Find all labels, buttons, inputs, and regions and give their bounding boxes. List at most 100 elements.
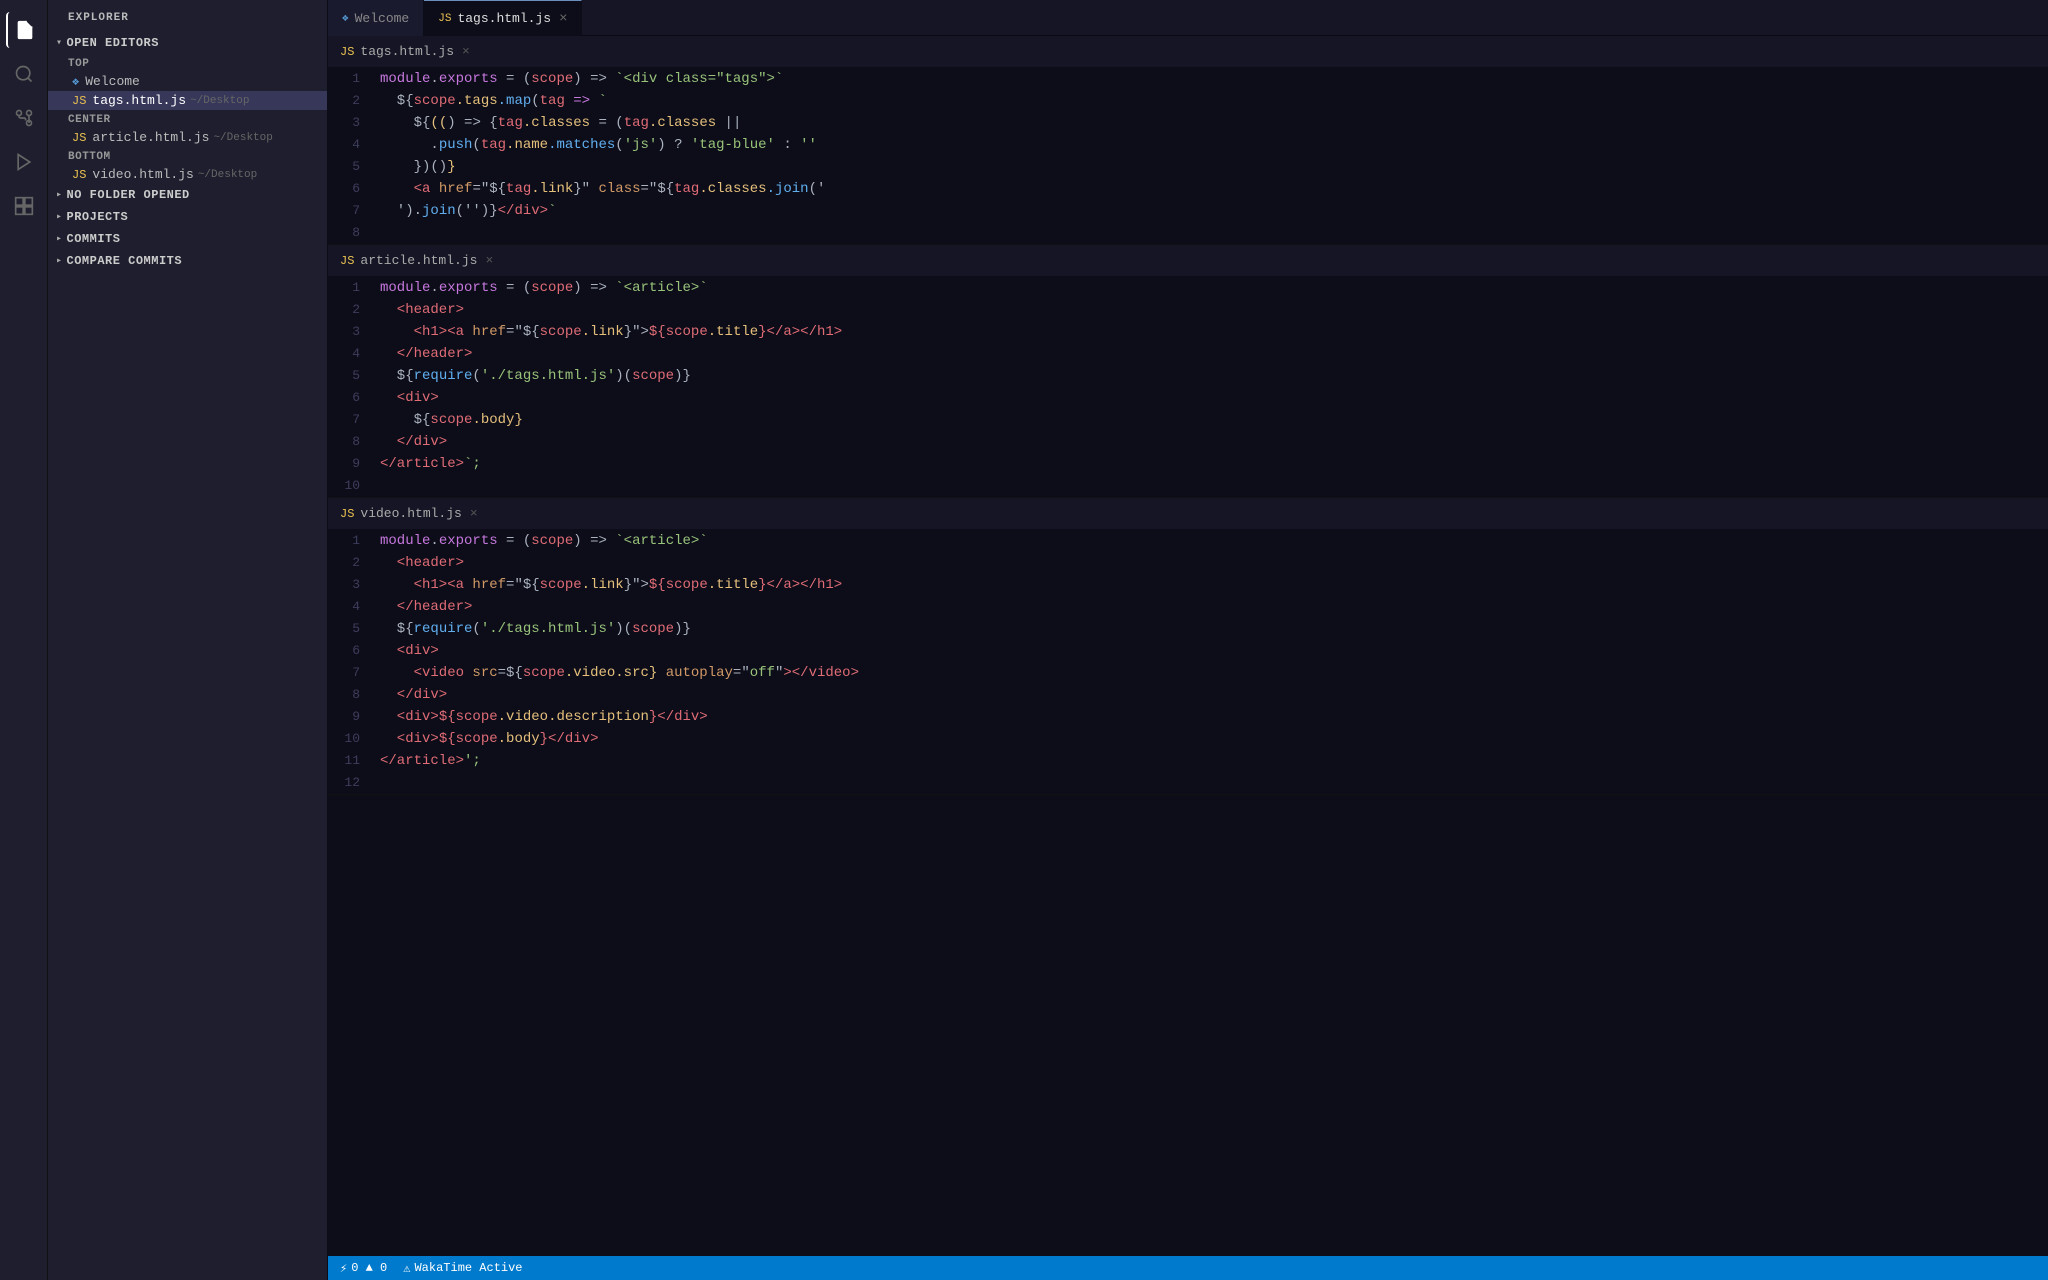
line-number: 9 [328,706,380,728]
token: ${ [380,368,414,384]
compare-commits-arrow: ▸ [56,255,63,267]
token: require [414,621,473,637]
tags-panel-close[interactable]: × [462,44,470,59]
token: href [464,577,506,593]
code-line: 1module.exports = (scope) => `<article>` [328,530,2048,552]
line-content: </header> [380,343,2048,365]
token: )( [615,368,632,384]
welcome-tab[interactable]: ❖ Welcome [328,0,424,36]
line-content: <div> [380,387,2048,409]
line-number: 12 [328,772,380,794]
token: ) => { [447,115,497,131]
code-line: 6 <div> [328,640,2048,662]
code-line: 1module.exports = (scope) => `<div class… [328,68,2048,90]
open-editors-label: OPEN EDITORS [67,36,159,50]
wakatime-status[interactable]: ⚠ WakaTime Active [403,1261,522,1276]
projects-section[interactable]: ▸ PROJECTS [48,206,327,228]
js-icon-video: JS [72,168,86,182]
line-content: </article>'; [380,750,2048,772]
code-line: 6 <div> [328,387,2048,409]
token: <div> [380,731,439,747]
extensions-icon[interactable] [6,188,42,224]
video-html-js-item[interactable]: JS video.html.js ~/Desktop [48,165,327,184]
line-content: module.exports = (scope) => `<div class=… [380,68,2048,90]
line-number: 10 [328,728,380,750]
token: ` [548,203,556,219]
article-panel-close[interactable]: × [485,253,493,268]
token: ="${ [506,324,540,340]
token: <h1> [380,324,447,340]
tags-html-js-item[interactable]: JS tags.html.js ~/Desktop [48,91,327,110]
line-number: 4 [328,134,380,156]
compare-commits-section[interactable]: ▸ COMPARE COMMITS [48,250,327,272]
sidebar-title: EXPLORER [48,0,327,32]
token: scope [531,71,573,87]
no-folder-section[interactable]: ▸ NO FOLDER OPENED [48,184,327,206]
welcome-tab-icon: ❖ [342,11,349,25]
tags-close-btn[interactable]: × [559,11,567,27]
token: }</a></h1> [758,577,842,593]
line-number: 1 [328,530,380,552]
code-line: 8 </div> [328,431,2048,453]
token: .video [565,665,615,681]
token: . [430,71,438,87]
token: </header> [380,599,472,615]
line-number: 2 [328,299,380,321]
line-number: 5 [328,618,380,640]
token: ${ [380,621,414,637]
token: <h1> [380,577,447,593]
token: module [380,280,430,296]
video-code-area: 1module.exports = (scope) => `<article>`… [328,530,2048,794]
compare-commits-label: COMPARE COMMITS [67,254,183,268]
video-panel-close[interactable]: × [470,506,478,521]
video-editor-header: JS video.html.js × [328,498,2048,530]
code-line: 3 <h1><a href="${scope.link}">${scope.ti… [328,321,2048,343]
welcome-item[interactable]: ❖ Welcome [48,72,327,91]
token: => [565,93,599,109]
files-icon[interactable] [6,12,42,48]
line-number: 3 [328,321,380,343]
line-content: ').join('')}</div>` [380,200,2048,222]
token: scope [632,621,674,637]
token: .link [531,181,573,197]
token: tag [506,181,531,197]
token: module [380,533,430,549]
commits-section[interactable]: ▸ COMMITS [48,228,327,250]
tags-filepath: ~/Desktop [190,95,249,107]
token: = ( [498,533,532,549]
wakatime-icon: ⚠ [403,1261,410,1276]
token: . [430,280,438,296]
wakatime-label: WakaTime Active [414,1261,522,1275]
git-icon[interactable] [6,100,42,136]
token: './tags.html.js' [481,368,615,384]
line-content: <div> [380,640,2048,662]
token: .title [708,577,758,593]
token: scope [430,412,472,428]
code-line: 8 [328,222,2048,244]
token: .classes [649,115,716,131]
error-status[interactable]: ⚡ 0 ▲ 0 [340,1261,387,1276]
token: ('')} [456,203,498,219]
tags-tab[interactable]: JS tags.html.js × [424,0,582,36]
line-number: 8 [328,684,380,706]
token: .link [582,324,624,340]
token: ${ [649,324,666,340]
activity-bar [0,0,48,1280]
token: href [464,324,506,340]
code-line: 7 ').join('')}</div>` [328,200,2048,222]
token: </div> [498,203,548,219]
js-icon-article: JS [72,131,86,145]
token: <div> [380,709,439,725]
debug-icon[interactable] [6,144,42,180]
code-line: 5 })()} [328,156,2048,178]
token: )} [674,621,691,637]
article-html-js-item[interactable]: JS article.html.js ~/Desktop [48,128,327,147]
token: = ( [590,115,624,131]
js-tab-icon: JS [438,13,451,25]
js-icon-tags: JS [72,94,86,108]
search-icon[interactable] [6,56,42,92]
line-content: </article>`; [380,453,2048,475]
token: ${ [380,93,414,109]
open-editors-section[interactable]: ▾ OPEN EDITORS [48,32,327,54]
line-content: <h1><a href="${scope.link}">${scope.titl… [380,321,2048,343]
